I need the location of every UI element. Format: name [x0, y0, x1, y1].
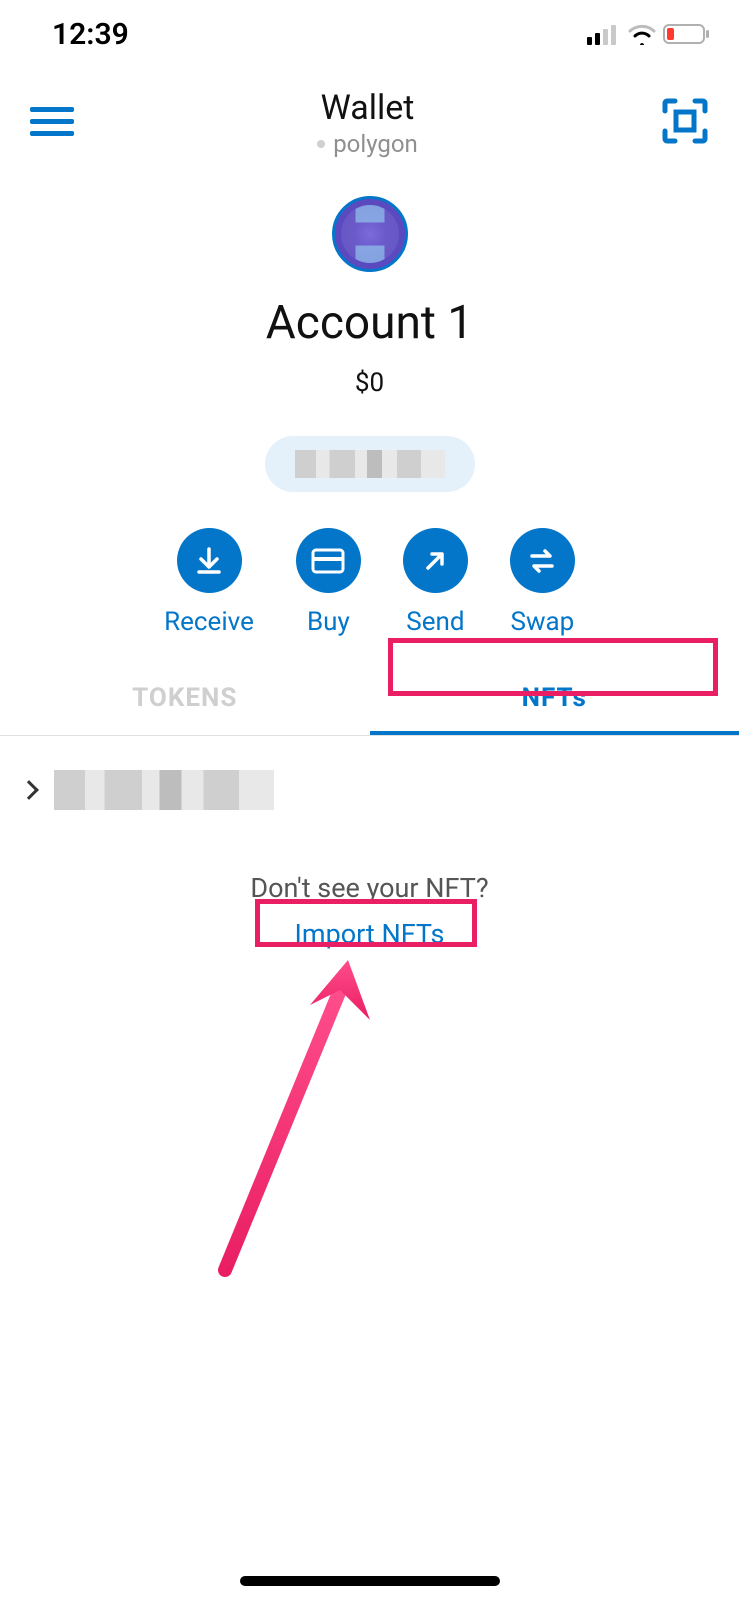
account-section: Account 1 $0 Receive Buy	[0, 182, 739, 637]
card-icon	[311, 548, 345, 574]
tab-tokens[interactable]: TOKENS	[0, 665, 370, 735]
cellular-signal-icon	[587, 23, 621, 45]
swap-label: Swap	[511, 607, 575, 637]
home-indicator[interactable]	[240, 1576, 500, 1586]
nav-center: Wallet polygon	[74, 88, 661, 158]
menu-button[interactable]	[30, 105, 74, 141]
account-name: Account 1	[266, 296, 473, 350]
balance: $0	[355, 368, 384, 398]
import-section: Don't see your NFT? Import NFTs	[0, 872, 739, 956]
receive-button[interactable]: Receive	[164, 528, 254, 637]
network-name: polygon	[333, 130, 418, 158]
import-prompt: Don't see your NFT?	[250, 872, 488, 904]
buy-button[interactable]: Buy	[296, 528, 361, 637]
nft-collection-row[interactable]	[0, 736, 739, 844]
nav-title: Wallet	[74, 88, 661, 128]
network-dot	[317, 140, 325, 148]
tab-nfts[interactable]: NFTs	[370, 665, 739, 735]
battery-icon	[663, 23, 711, 45]
status-icons	[587, 23, 711, 45]
nav-bar: Wallet polygon	[0, 60, 739, 182]
arrow-up-right-icon	[420, 546, 450, 576]
swap-icon	[526, 546, 558, 576]
scan-button[interactable]	[661, 97, 709, 149]
status-time: 12:39	[52, 17, 129, 52]
buy-label: Buy	[307, 607, 350, 637]
redacted-collection-name	[54, 770, 274, 810]
actions-row: Receive Buy Send	[164, 528, 575, 637]
import-nfts-link[interactable]: Import NFTs	[273, 912, 467, 956]
swap-button[interactable]: Swap	[510, 528, 575, 637]
download-icon	[193, 545, 225, 577]
scan-icon	[661, 97, 709, 145]
tabs: TOKENS NFTs	[0, 665, 739, 736]
redacted-address	[295, 450, 445, 478]
wifi-icon	[627, 23, 657, 45]
annotation-arrow	[210, 950, 380, 1280]
send-label: Send	[406, 607, 464, 637]
receive-label: Receive	[164, 607, 254, 637]
nav-subtitle: polygon	[74, 130, 661, 158]
hamburger-icon	[30, 105, 74, 137]
send-button[interactable]: Send	[403, 528, 468, 637]
chevron-right-icon	[19, 780, 39, 800]
status-bar: 12:39	[0, 0, 739, 60]
avatar[interactable]	[332, 196, 408, 272]
address-pill[interactable]	[265, 436, 475, 492]
